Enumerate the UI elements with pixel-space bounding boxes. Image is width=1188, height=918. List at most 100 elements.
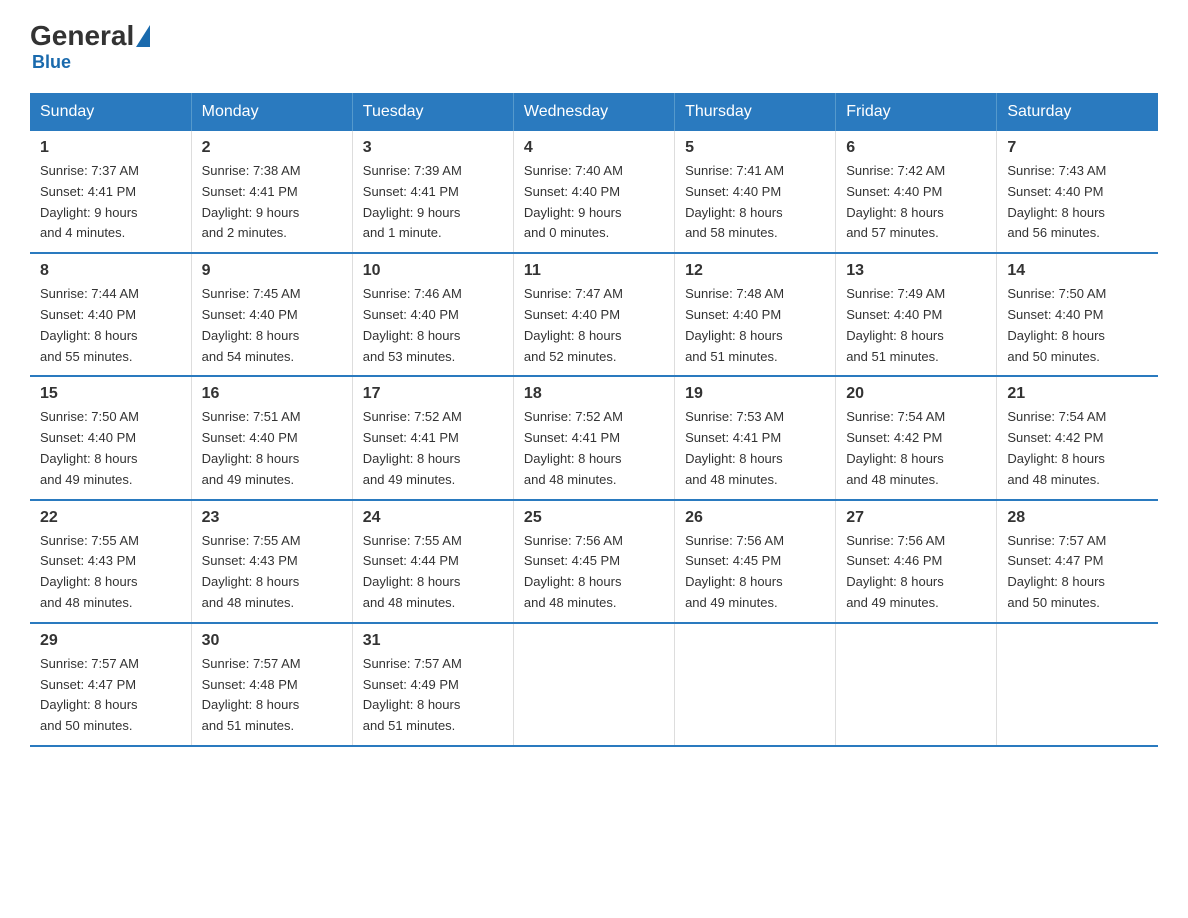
day-number: 25 [524, 509, 664, 527]
day-number: 24 [363, 509, 503, 527]
day-number: 18 [524, 385, 664, 403]
day-number: 16 [202, 385, 342, 403]
day-number: 17 [363, 385, 503, 403]
day-info: Sunrise: 7:56 AM Sunset: 4:45 PM Dayligh… [524, 531, 664, 614]
calendar-day-cell: 28 Sunrise: 7:57 AM Sunset: 4:47 PM Dayl… [997, 500, 1158, 623]
calendar-day-cell: 16 Sunrise: 7:51 AM Sunset: 4:40 PM Dayl… [191, 376, 352, 499]
day-number: 11 [524, 262, 664, 280]
day-number: 23 [202, 509, 342, 527]
logo-triangle-icon [136, 25, 150, 47]
header-sunday: Sunday [30, 93, 191, 131]
day-number: 29 [40, 632, 181, 650]
calendar-week-row: 22 Sunrise: 7:55 AM Sunset: 4:43 PM Dayl… [30, 500, 1158, 623]
calendar-day-cell: 21 Sunrise: 7:54 AM Sunset: 4:42 PM Dayl… [997, 376, 1158, 499]
calendar-day-cell: 10 Sunrise: 7:46 AM Sunset: 4:40 PM Dayl… [352, 253, 513, 376]
calendar-day-cell: 29 Sunrise: 7:57 AM Sunset: 4:47 PM Dayl… [30, 623, 191, 746]
calendar-day-cell: 8 Sunrise: 7:44 AM Sunset: 4:40 PM Dayli… [30, 253, 191, 376]
page-header: General Blue [30, 20, 1158, 73]
calendar-day-cell: 5 Sunrise: 7:41 AM Sunset: 4:40 PM Dayli… [675, 131, 836, 253]
day-number: 20 [846, 385, 986, 403]
day-info: Sunrise: 7:57 AM Sunset: 4:47 PM Dayligh… [1007, 531, 1148, 614]
calendar-day-cell: 24 Sunrise: 7:55 AM Sunset: 4:44 PM Dayl… [352, 500, 513, 623]
calendar-day-cell: 4 Sunrise: 7:40 AM Sunset: 4:40 PM Dayli… [513, 131, 674, 253]
day-info: Sunrise: 7:54 AM Sunset: 4:42 PM Dayligh… [846, 407, 986, 490]
calendar-day-cell: 9 Sunrise: 7:45 AM Sunset: 4:40 PM Dayli… [191, 253, 352, 376]
calendar-day-cell [513, 623, 674, 746]
calendar-day-cell: 14 Sunrise: 7:50 AM Sunset: 4:40 PM Dayl… [997, 253, 1158, 376]
calendar-day-cell: 20 Sunrise: 7:54 AM Sunset: 4:42 PM Dayl… [836, 376, 997, 499]
calendar-day-cell: 3 Sunrise: 7:39 AM Sunset: 4:41 PM Dayli… [352, 131, 513, 253]
day-info: Sunrise: 7:39 AM Sunset: 4:41 PM Dayligh… [363, 161, 503, 244]
header-thursday: Thursday [675, 93, 836, 131]
day-info: Sunrise: 7:47 AM Sunset: 4:40 PM Dayligh… [524, 284, 664, 367]
day-number: 19 [685, 385, 825, 403]
day-number: 3 [363, 139, 503, 157]
day-info: Sunrise: 7:40 AM Sunset: 4:40 PM Dayligh… [524, 161, 664, 244]
day-info: Sunrise: 7:42 AM Sunset: 4:40 PM Dayligh… [846, 161, 986, 244]
day-number: 2 [202, 139, 342, 157]
header-wednesday: Wednesday [513, 93, 674, 131]
calendar-day-cell: 26 Sunrise: 7:56 AM Sunset: 4:45 PM Dayl… [675, 500, 836, 623]
calendar-table: SundayMondayTuesdayWednesdayThursdayFrid… [30, 93, 1158, 747]
day-number: 28 [1007, 509, 1148, 527]
day-number: 21 [1007, 385, 1148, 403]
day-info: Sunrise: 7:44 AM Sunset: 4:40 PM Dayligh… [40, 284, 181, 367]
day-number: 8 [40, 262, 181, 280]
calendar-week-row: 15 Sunrise: 7:50 AM Sunset: 4:40 PM Dayl… [30, 376, 1158, 499]
day-info: Sunrise: 7:53 AM Sunset: 4:41 PM Dayligh… [685, 407, 825, 490]
logo-general-text: General [30, 20, 134, 52]
header-monday: Monday [191, 93, 352, 131]
day-number: 14 [1007, 262, 1148, 280]
calendar-day-cell [836, 623, 997, 746]
header-saturday: Saturday [997, 93, 1158, 131]
day-number: 5 [685, 139, 825, 157]
day-number: 9 [202, 262, 342, 280]
calendar-day-cell: 19 Sunrise: 7:53 AM Sunset: 4:41 PM Dayl… [675, 376, 836, 499]
calendar-week-row: 29 Sunrise: 7:57 AM Sunset: 4:47 PM Dayl… [30, 623, 1158, 746]
day-info: Sunrise: 7:45 AM Sunset: 4:40 PM Dayligh… [202, 284, 342, 367]
calendar-day-cell: 27 Sunrise: 7:56 AM Sunset: 4:46 PM Dayl… [836, 500, 997, 623]
day-info: Sunrise: 7:55 AM Sunset: 4:43 PM Dayligh… [202, 531, 342, 614]
calendar-day-cell: 7 Sunrise: 7:43 AM Sunset: 4:40 PM Dayli… [997, 131, 1158, 253]
day-info: Sunrise: 7:37 AM Sunset: 4:41 PM Dayligh… [40, 161, 181, 244]
day-info: Sunrise: 7:46 AM Sunset: 4:40 PM Dayligh… [363, 284, 503, 367]
calendar-day-cell: 13 Sunrise: 7:49 AM Sunset: 4:40 PM Dayl… [836, 253, 997, 376]
calendar-week-row: 1 Sunrise: 7:37 AM Sunset: 4:41 PM Dayli… [30, 131, 1158, 253]
day-info: Sunrise: 7:50 AM Sunset: 4:40 PM Dayligh… [1007, 284, 1148, 367]
day-number: 10 [363, 262, 503, 280]
calendar-day-cell: 23 Sunrise: 7:55 AM Sunset: 4:43 PM Dayl… [191, 500, 352, 623]
day-number: 22 [40, 509, 181, 527]
day-info: Sunrise: 7:57 AM Sunset: 4:48 PM Dayligh… [202, 654, 342, 737]
day-info: Sunrise: 7:56 AM Sunset: 4:46 PM Dayligh… [846, 531, 986, 614]
calendar-day-cell: 1 Sunrise: 7:37 AM Sunset: 4:41 PM Dayli… [30, 131, 191, 253]
day-info: Sunrise: 7:55 AM Sunset: 4:44 PM Dayligh… [363, 531, 503, 614]
day-number: 13 [846, 262, 986, 280]
calendar-day-cell: 31 Sunrise: 7:57 AM Sunset: 4:49 PM Dayl… [352, 623, 513, 746]
day-info: Sunrise: 7:55 AM Sunset: 4:43 PM Dayligh… [40, 531, 181, 614]
header-tuesday: Tuesday [352, 93, 513, 131]
day-info: Sunrise: 7:48 AM Sunset: 4:40 PM Dayligh… [685, 284, 825, 367]
day-number: 27 [846, 509, 986, 527]
day-number: 12 [685, 262, 825, 280]
day-number: 7 [1007, 139, 1148, 157]
calendar-day-cell: 12 Sunrise: 7:48 AM Sunset: 4:40 PM Dayl… [675, 253, 836, 376]
calendar-day-cell: 2 Sunrise: 7:38 AM Sunset: 4:41 PM Dayli… [191, 131, 352, 253]
day-info: Sunrise: 7:51 AM Sunset: 4:40 PM Dayligh… [202, 407, 342, 490]
day-info: Sunrise: 7:57 AM Sunset: 4:49 PM Dayligh… [363, 654, 503, 737]
day-number: 26 [685, 509, 825, 527]
calendar-day-cell: 11 Sunrise: 7:47 AM Sunset: 4:40 PM Dayl… [513, 253, 674, 376]
calendar-day-cell: 22 Sunrise: 7:55 AM Sunset: 4:43 PM Dayl… [30, 500, 191, 623]
day-info: Sunrise: 7:57 AM Sunset: 4:47 PM Dayligh… [40, 654, 181, 737]
logo: General Blue [30, 20, 152, 73]
logo-blue-text: Blue [32, 52, 71, 73]
calendar-day-cell: 6 Sunrise: 7:42 AM Sunset: 4:40 PM Dayli… [836, 131, 997, 253]
day-info: Sunrise: 7:54 AM Sunset: 4:42 PM Dayligh… [1007, 407, 1148, 490]
day-number: 4 [524, 139, 664, 157]
day-info: Sunrise: 7:56 AM Sunset: 4:45 PM Dayligh… [685, 531, 825, 614]
day-number: 15 [40, 385, 181, 403]
calendar-day-cell: 18 Sunrise: 7:52 AM Sunset: 4:41 PM Dayl… [513, 376, 674, 499]
day-info: Sunrise: 7:52 AM Sunset: 4:41 PM Dayligh… [363, 407, 503, 490]
calendar-header-row: SundayMondayTuesdayWednesdayThursdayFrid… [30, 93, 1158, 131]
day-number: 1 [40, 139, 181, 157]
calendar-day-cell [997, 623, 1158, 746]
